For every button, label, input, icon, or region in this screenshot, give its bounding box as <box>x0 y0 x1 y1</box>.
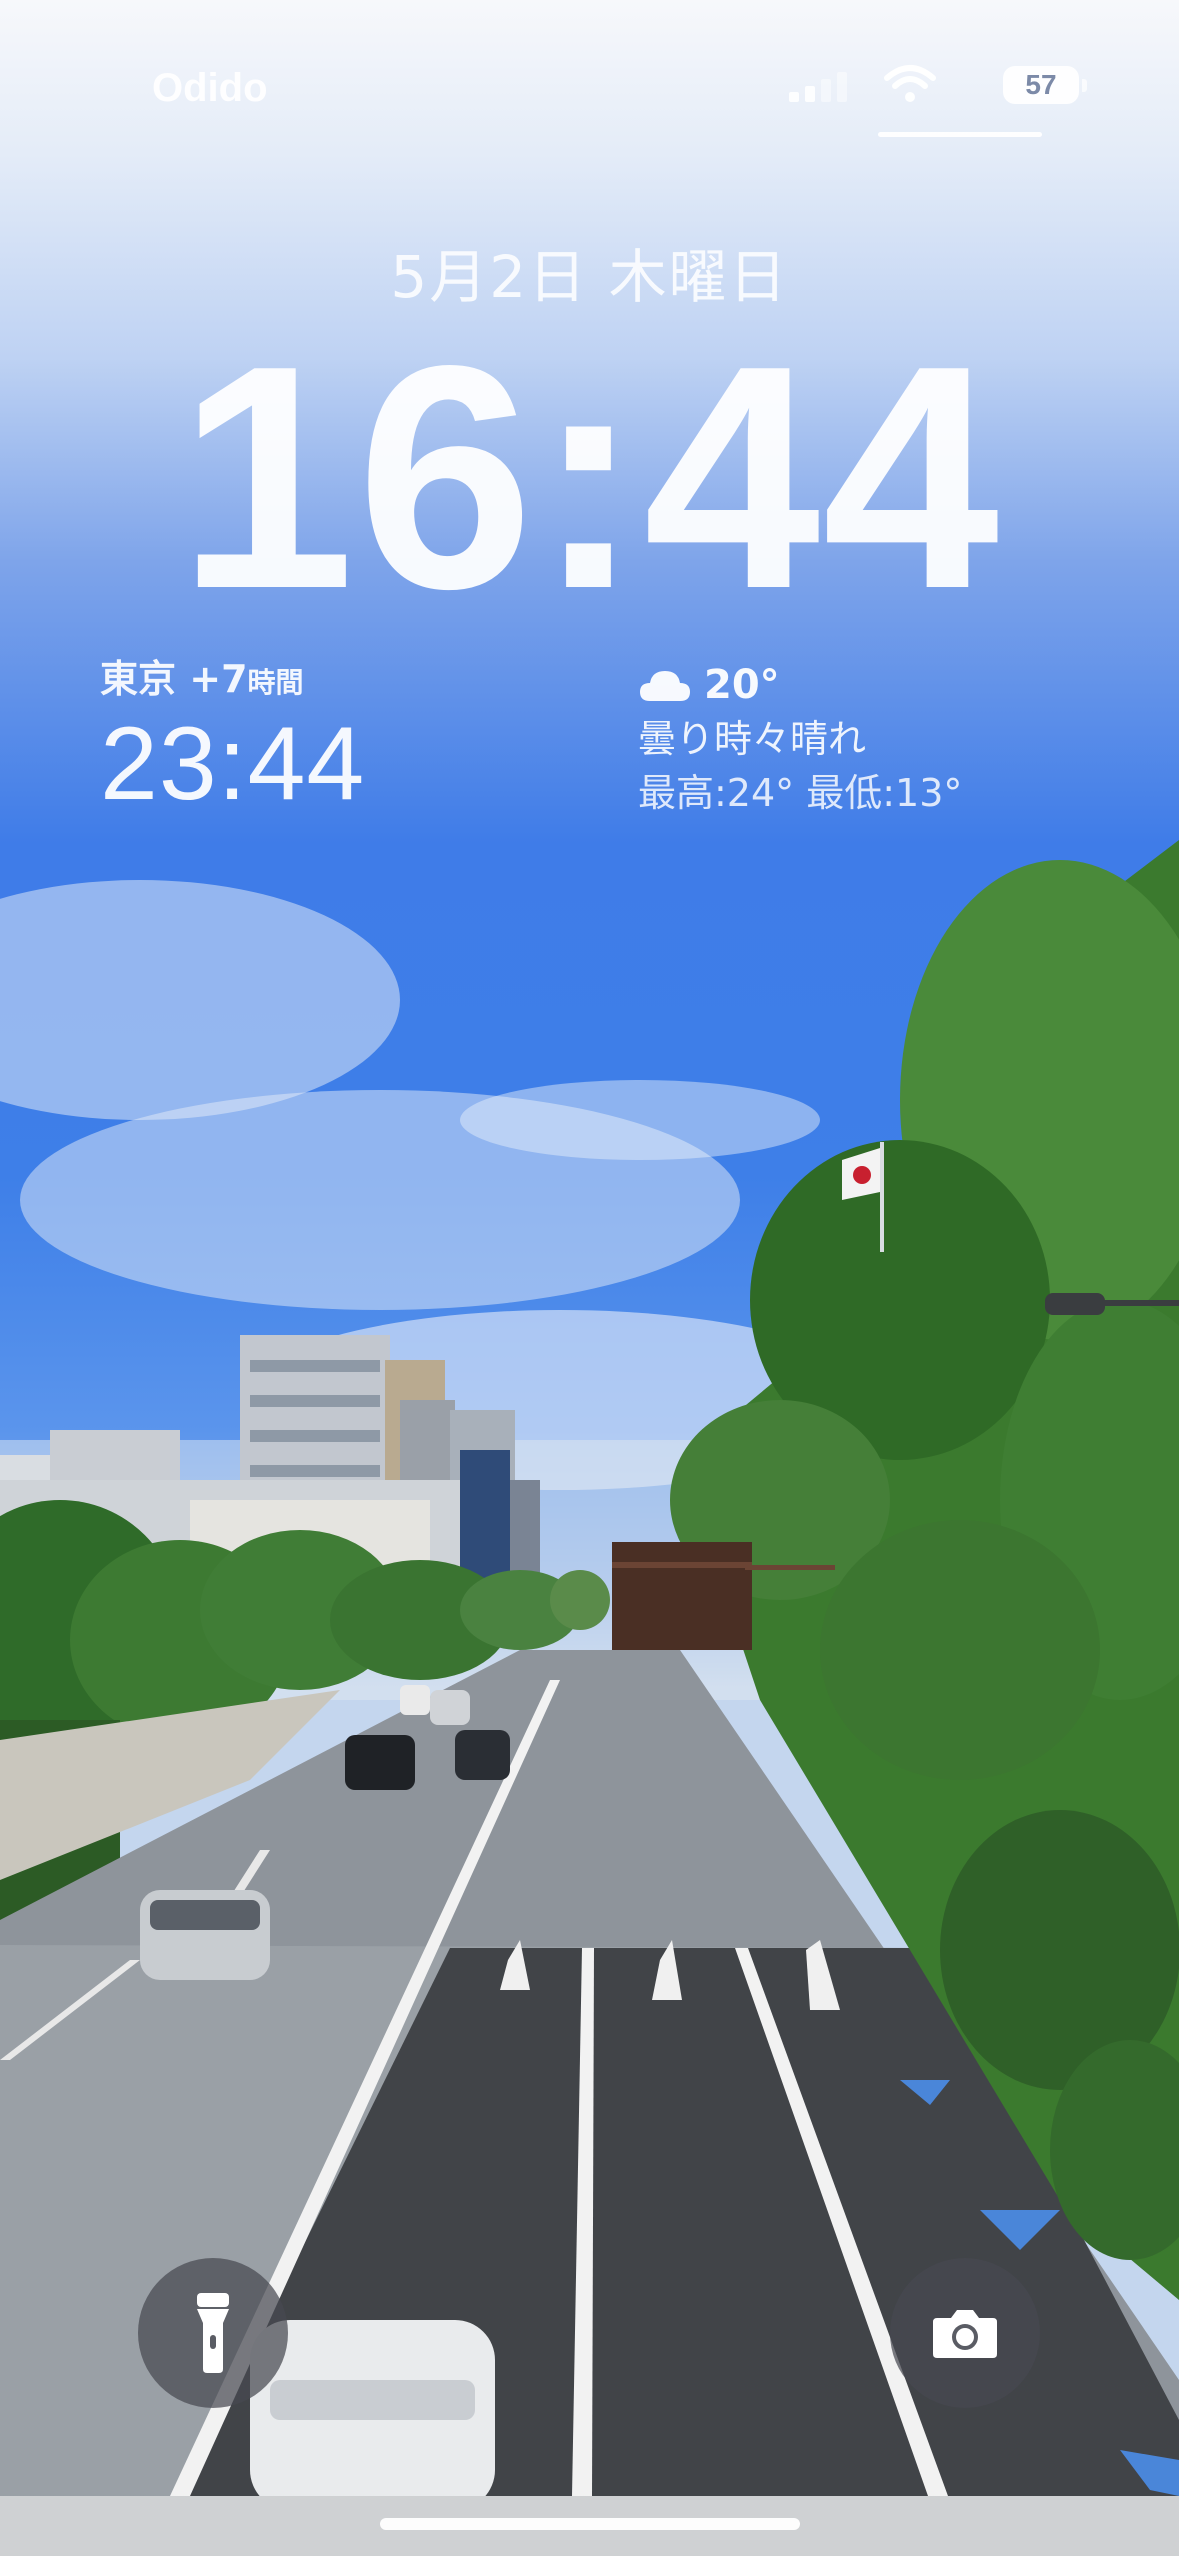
world-clock-city: 東京 <box>100 657 177 701</box>
weather-condition: 曇り時々晴れ <box>638 717 867 761</box>
cloud-icon <box>640 671 690 701</box>
weather-range: 最高:24° 最低:13° <box>638 771 963 815</box>
lock-screen: Odido 57 5月2日 木曜日 16:44 東京 +7時間 23:44 20… <box>0 0 1179 2556</box>
camera-button[interactable] <box>890 2258 1040 2408</box>
battery-icon: 57 <box>1003 66 1087 104</box>
flashlight-button[interactable] <box>138 2258 288 2408</box>
world-clock-offset: +7 <box>189 657 248 701</box>
wifi-icon <box>884 65 936 102</box>
weather-temperature: 20° <box>704 662 780 708</box>
world-clock-widget[interactable]: 東京 +7時間 23:44 <box>100 654 365 820</box>
status-icons: 57 <box>779 64 1087 110</box>
weather-widget[interactable]: 20° 曇り時々晴れ 最高:24° 最低:13° <box>638 660 962 818</box>
carrier-name: Odido <box>152 66 268 110</box>
world-clock-offset-unit: 時間 <box>247 666 304 699</box>
world-clock-time: 23:44 <box>100 706 366 822</box>
flashlight-icon <box>197 2293 229 2373</box>
battery-level: 57 <box>1025 69 1057 100</box>
signal-icon <box>789 72 847 102</box>
status-underline <box>878 132 1042 137</box>
world-clock-header: 東京 +7時間 <box>100 654 365 708</box>
weather-current: 20° <box>638 660 962 710</box>
camera-icon <box>933 2310 997 2358</box>
home-indicator[interactable] <box>380 2518 800 2530</box>
battery-cap <box>1082 79 1087 92</box>
lock-time: 16:44 <box>177 300 1002 655</box>
